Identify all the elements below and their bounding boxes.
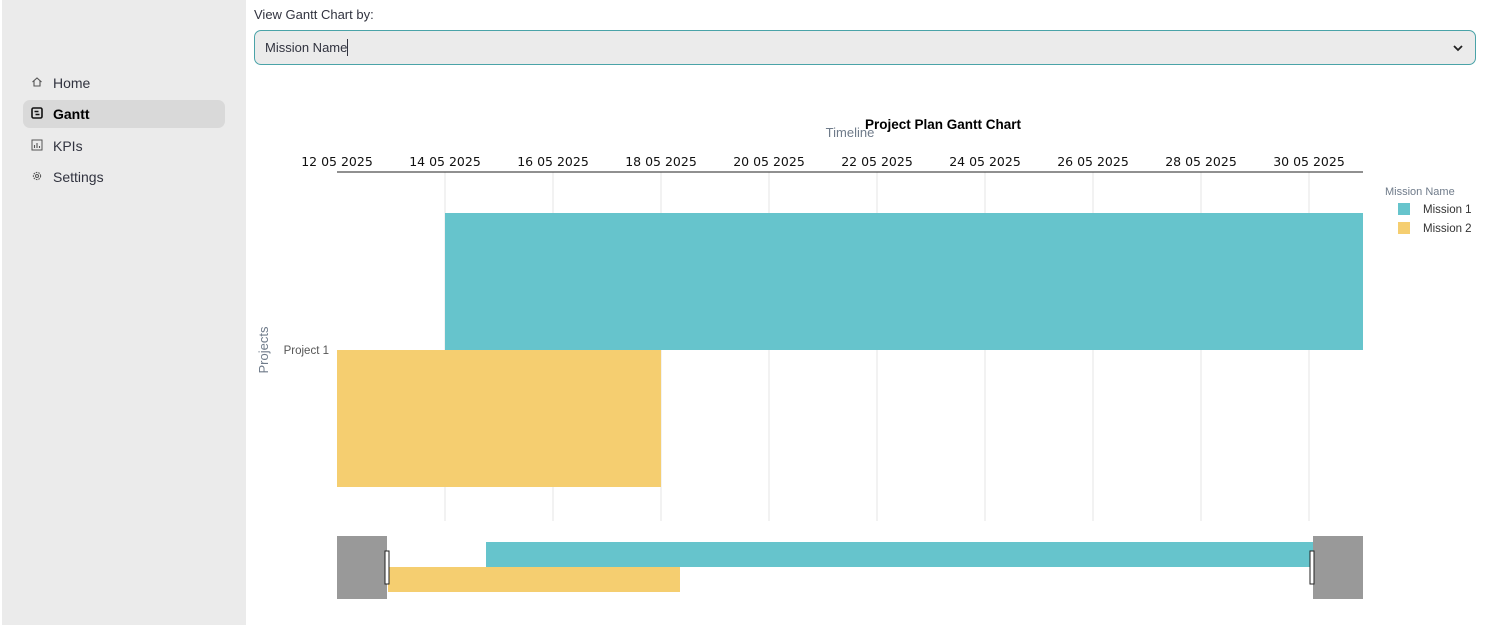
gantt-bar-mission-1[interactable]: [445, 213, 1363, 350]
x-tick-label: 18 05 2025: [625, 154, 697, 169]
legend-swatch: [1398, 203, 1410, 215]
x-tick-label: 30 05 2025: [1273, 154, 1345, 169]
range-slider[interactable]: [337, 536, 1363, 599]
gantt-bar-mission-2[interactable]: [337, 350, 661, 487]
x-tick-label: 20 05 2025: [733, 154, 805, 169]
x-tick-label: 28 05 2025: [1165, 154, 1237, 169]
range-slider-mask-right: [1313, 536, 1363, 599]
range-slider-bar: [388, 567, 680, 592]
x-tick-label: 24 05 2025: [949, 154, 1021, 169]
legend-swatch: [1398, 222, 1410, 234]
range-slider-mask-left: [337, 536, 387, 599]
y-axis-title: Projects: [256, 326, 271, 373]
chart-bars[interactable]: [337, 213, 1363, 487]
legend-item[interactable]: Mission 1: [1423, 204, 1472, 216]
gantt-chart[interactable]: 12 05 2025 14 05 2025 16 05 2025 18 05 2025…: [0, 0, 1502, 625]
x-tick-label: 26 05 2025: [1057, 154, 1129, 169]
legend-title: Mission Name: [1385, 186, 1455, 198]
legend-item[interactable]: Mission 2: [1423, 223, 1472, 235]
x-tick-label: 14 05 2025: [409, 154, 481, 169]
range-slider-bar: [486, 542, 1313, 567]
chart-legend: Mission Name Mission 1 Mission 2: [1385, 186, 1472, 235]
range-slider-handle-right[interactable]: [1309, 550, 1315, 585]
chart-title: Project Plan Gantt Chart: [865, 117, 1022, 132]
x-tick-label: 12 05 2025: [301, 154, 373, 169]
x-tick-label: 22 05 2025: [841, 154, 913, 169]
x-axis-title: Timeline: [826, 125, 875, 140]
x-tick-label: 16 05 2025: [517, 154, 589, 169]
x-axis-ticks: 12 05 2025 14 05 2025 16 05 2025 18 05 2025…: [301, 154, 1345, 169]
y-tick-label: Project 1: [284, 345, 329, 357]
range-slider-handle-left[interactable]: [384, 550, 390, 585]
